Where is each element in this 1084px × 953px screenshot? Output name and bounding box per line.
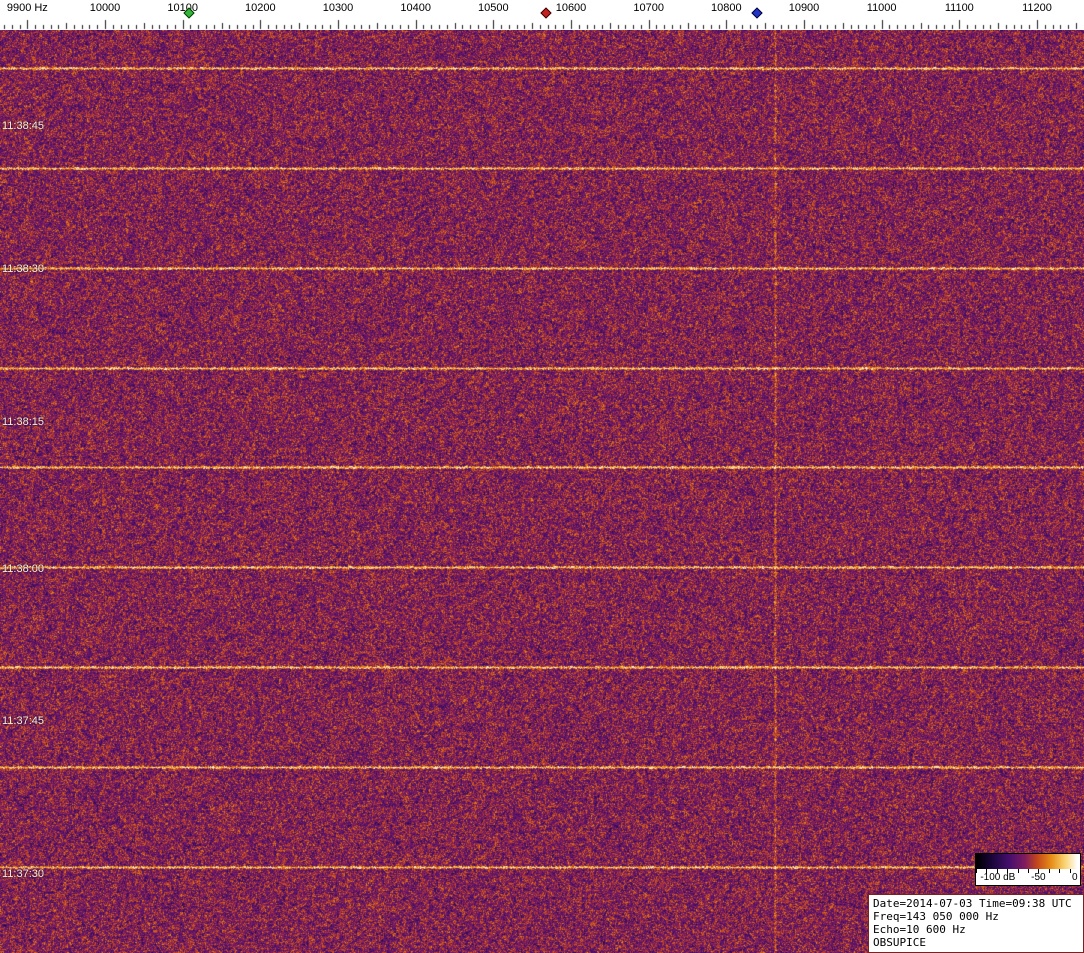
info-line: Echo=10 600 Hz <box>873 923 1079 936</box>
colorbar-label: -50 <box>1031 872 1045 883</box>
colorbar-tick <box>1080 869 1081 873</box>
colorbar-label: -100 dB <box>980 872 1015 883</box>
info-box: Date=2014-07-03 Time=09:38 UTCFreq=143 0… <box>868 894 1084 953</box>
frequency-ruler[interactable]: 9900 Hz100001010010200103001040010500106… <box>0 0 1084 30</box>
spectrum-lab-window: 9900 Hz100001010010200103001040010500106… <box>0 0 1084 953</box>
colorbar-tick <box>1070 869 1071 873</box>
amplitude-colorbar: -100 dB -50 0 <box>975 853 1081 886</box>
waterfall-display[interactable] <box>0 30 1084 953</box>
colorbar-tick <box>976 869 977 873</box>
colorbar-label: 0 <box>1072 872 1078 883</box>
colorbar-tick <box>1049 869 1050 873</box>
waterfall-area: 11:38:4511:38:3011:38:1511:38:0011:37:45… <box>0 30 1084 953</box>
info-line: Date=2014-07-03 Time=09:38 UTC <box>873 897 1079 910</box>
colorbar-tick <box>1059 869 1060 873</box>
colorbar-scale: -100 dB -50 0 <box>976 869 1080 885</box>
colorbar-tick <box>1028 869 1029 873</box>
colorbar-tick <box>1018 869 1019 873</box>
info-line: OBSUPICE <box>873 936 1079 949</box>
colorbar-gradient <box>976 854 1078 869</box>
info-line: Freq=143 050 000 Hz <box>873 910 1079 923</box>
